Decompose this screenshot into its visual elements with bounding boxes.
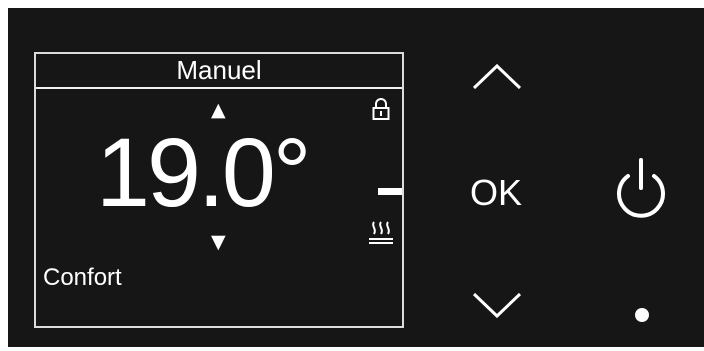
ok-button[interactable]: OK: [460, 168, 532, 218]
increase-indicator: ▲: [211, 99, 226, 121]
comfort-preset-label: Confort: [43, 264, 122, 291]
status-indicator-dot: [635, 308, 649, 322]
dash-indicator: [378, 188, 402, 195]
page: Manuel ▲ 19.0° ▼ Confort OK: [0, 0, 704, 351]
thermostat-display: Manuel ▲ 19.0° ▼ Confort: [34, 52, 404, 328]
power-button[interactable]: [610, 156, 672, 222]
heating-waves-icon: [368, 220, 394, 249]
power-icon: [617, 158, 665, 218]
chevron-up-icon: [472, 63, 522, 90]
thermostat-panel: Manuel ▲ 19.0° ▼ Confort OK: [8, 8, 704, 347]
chevron-down-icon: [472, 292, 522, 319]
temperature-setpoint: 19.0°: [96, 118, 312, 227]
lock-icon: [372, 98, 390, 125]
decrease-button[interactable]: [468, 288, 526, 324]
decrease-indicator: ▼: [211, 231, 226, 253]
mode-title: Manuel: [36, 54, 402, 89]
increase-button[interactable]: [468, 58, 526, 94]
